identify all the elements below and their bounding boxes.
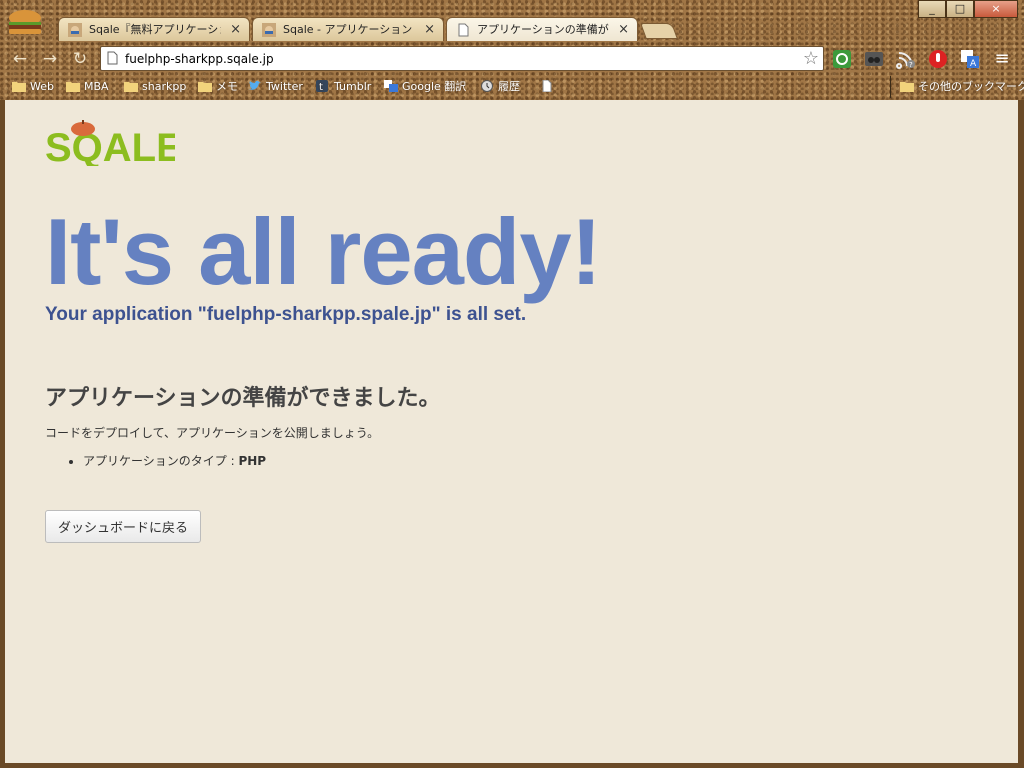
frame-edge-right (1018, 100, 1024, 768)
bookmark-star-icon[interactable]: ☆ (803, 48, 819, 69)
jp-description: コードをデプロイして、アプリケーションを公開しましょう。 (45, 426, 380, 440)
new-tab-button[interactable] (640, 23, 678, 39)
window-controls: _ □ × (918, 0, 1018, 18)
page-icon (542, 80, 552, 92)
bookmark-twitter[interactable]: Twitter (248, 78, 303, 95)
tab-close-icon[interactable]: × (618, 18, 629, 41)
sqale-favicon-icon (68, 23, 82, 37)
bookmark-other[interactable]: その他のブックマーク (900, 78, 1024, 95)
bookmark-mba[interactable]: MBA (66, 78, 109, 95)
bookmark-memo[interactable]: メモ (198, 78, 238, 95)
svg-text:?: ? (909, 61, 913, 69)
folder-icon (198, 82, 212, 92)
folder-icon (66, 82, 80, 92)
folder-icon (124, 82, 138, 92)
extension-stop-icon[interactable] (928, 49, 948, 69)
url-input[interactable] (125, 49, 785, 68)
back-icon[interactable]: ← (10, 49, 30, 69)
tab-close-icon[interactable]: × (424, 18, 435, 41)
translate-icon (384, 80, 398, 92)
reload-icon[interactable]: ↻ (70, 49, 90, 69)
folder-icon (900, 82, 914, 92)
extension-refresh-icon[interactable] (832, 49, 852, 69)
bookmark-history[interactable]: 履歴 (480, 78, 520, 95)
forward-icon[interactable]: → (40, 49, 60, 69)
list-item: アプリケーションのタイプ : PHP (83, 452, 266, 469)
bookmarks-bar: Web MBA sharkpp メモ Twitter t Tumblr Googl… (0, 75, 1024, 97)
minimize-button[interactable]: _ (918, 0, 946, 18)
sqale-logo: SQALE (45, 120, 175, 166)
page-favicon-icon (458, 23, 469, 37)
bookmarks-separator (890, 76, 891, 98)
bookmark-web[interactable]: Web (12, 78, 54, 95)
burger-icon[interactable] (6, 8, 44, 38)
omnibox[interactable]: ☆ (100, 46, 824, 71)
page-content: SQALE It's all ready! Your application "… (5, 100, 1018, 763)
maximize-button[interactable]: □ (946, 0, 974, 18)
history-icon (481, 80, 493, 92)
bookmark-sharkpp[interactable]: sharkpp (124, 78, 186, 95)
menu-icon[interactable]: ≡ (992, 49, 1012, 69)
tab-label: アプリケーションの準備ができま (477, 23, 609, 36)
extension-glasses-icon[interactable] (864, 49, 884, 69)
page-icon (107, 51, 118, 65)
tab-label: Sqale - アプリケーション "fue (283, 23, 415, 36)
svg-text:t: t (319, 82, 323, 92)
bookmark-page[interactable] (540, 78, 558, 95)
subtitle: Your application "fuelphp-sharkpp.spale.… (45, 304, 527, 325)
acorn-icon (71, 120, 95, 136)
tumblr-icon: t (316, 80, 328, 92)
app-type-label: アプリケーションのタイプ : (83, 454, 239, 468)
window-close-button[interactable]: × (974, 0, 1018, 18)
folder-icon (12, 82, 26, 92)
svg-text:SQALE: SQALE (45, 126, 175, 166)
tab-app-ready[interactable]: アプリケーションの準備ができま × (446, 17, 638, 41)
tab-close-icon[interactable]: × (230, 18, 241, 41)
tab-label: Sqale『無料アプリケーション1作 (89, 23, 221, 36)
tab-sqale-application[interactable]: Sqale - アプリケーション "fue × (252, 17, 444, 41)
dashboard-button[interactable]: ダッシュボードに戻る (45, 510, 202, 543)
app-type-value: PHP (238, 454, 267, 468)
bookmark-google-translate[interactable]: Google 翻訳 (384, 78, 466, 95)
hero-heading: It's all ready! (45, 199, 602, 304)
bookmark-tumblr[interactable]: t Tumblr (316, 78, 371, 95)
tab-sqale-free[interactable]: Sqale『無料アプリケーション1作 × (58, 17, 250, 41)
twitter-icon (249, 80, 261, 90)
extension-rss-icon[interactable]: ? (896, 49, 916, 69)
jp-heading: アプリケーションの準備ができました。 (45, 386, 441, 411)
sqale-favicon-icon (262, 23, 276, 37)
app-info-list: アプリケーションのタイプ : PHP (45, 452, 266, 469)
svg-text:A: A (970, 59, 977, 69)
extension-translate-icon[interactable]: A (960, 49, 980, 69)
frame-edge-bottom (0, 763, 1024, 768)
